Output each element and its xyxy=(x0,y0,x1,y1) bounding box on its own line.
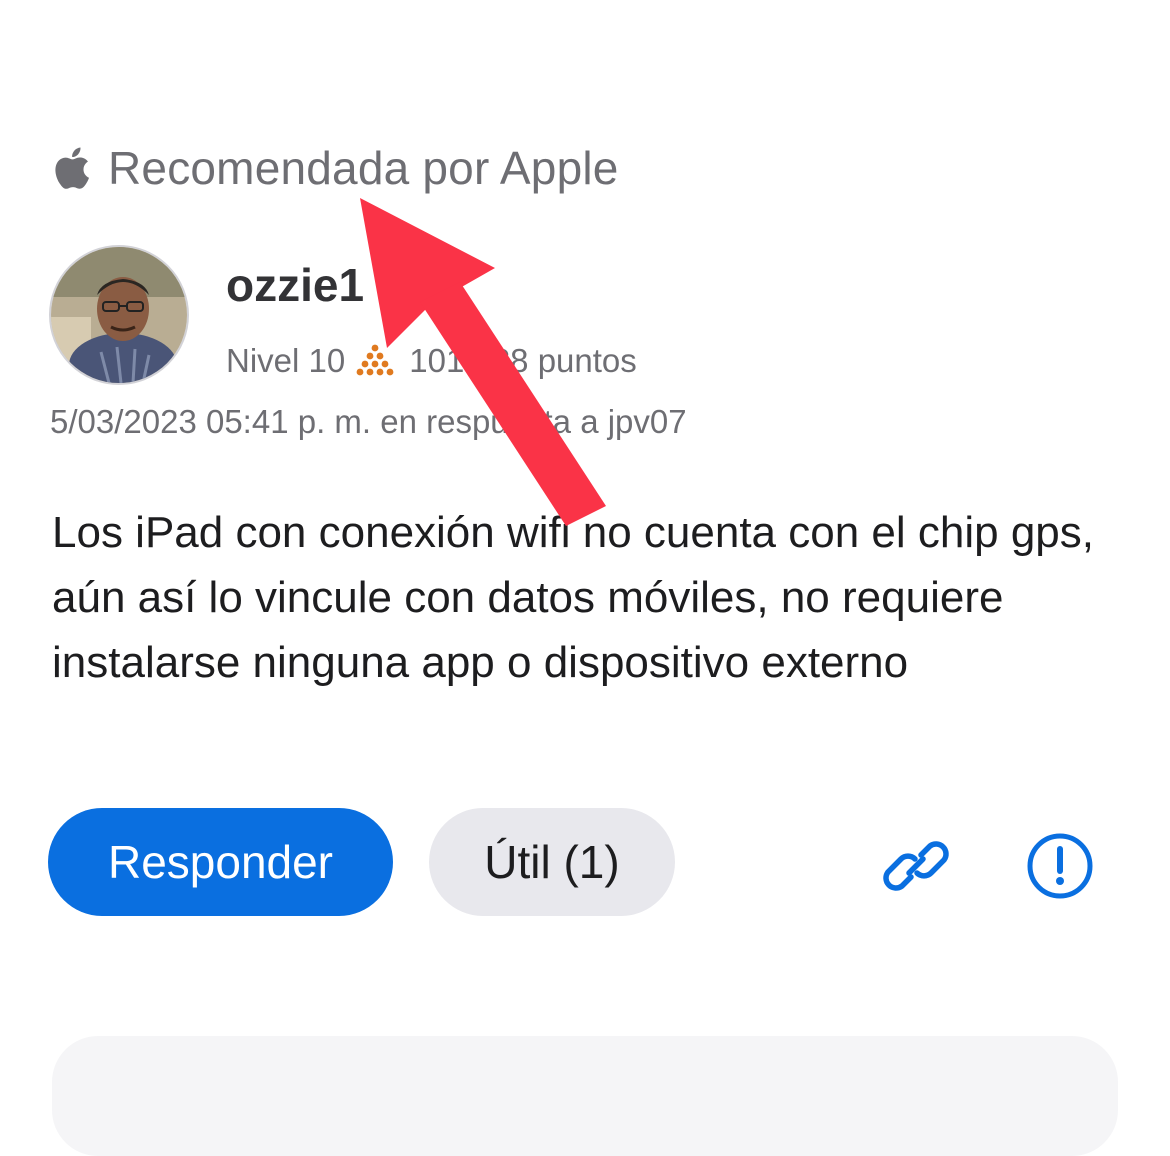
report-icon[interactable] xyxy=(1024,830,1096,902)
author-points: 101.688 puntos xyxy=(409,342,637,379)
author-username[interactable]: ozzie1 xyxy=(226,258,364,312)
level-badge-icon xyxy=(356,344,394,376)
author-meta: Nivel 10 101.688 puntos xyxy=(226,336,637,386)
post-body: Los iPad con conexión wifi no cuenta con… xyxy=(52,508,1094,687)
apple-logo-icon xyxy=(55,147,90,189)
recommended-label: Recomendada por Apple xyxy=(108,142,619,194)
recommended-badge: Recomendada por Apple xyxy=(52,138,619,198)
useful-button[interactable]: Útil (1) xyxy=(429,808,675,916)
author-level: Nivel 10 xyxy=(226,342,346,379)
avatar[interactable] xyxy=(49,245,189,385)
link-icon[interactable] xyxy=(880,830,952,902)
reply-button[interactable]: Responder xyxy=(48,808,393,916)
post-timestamp: 5/03/2023 05:41 p. m. en respuesta a jpv… xyxy=(50,403,687,440)
next-card xyxy=(52,1036,1118,1156)
user-photo-icon xyxy=(51,247,187,383)
